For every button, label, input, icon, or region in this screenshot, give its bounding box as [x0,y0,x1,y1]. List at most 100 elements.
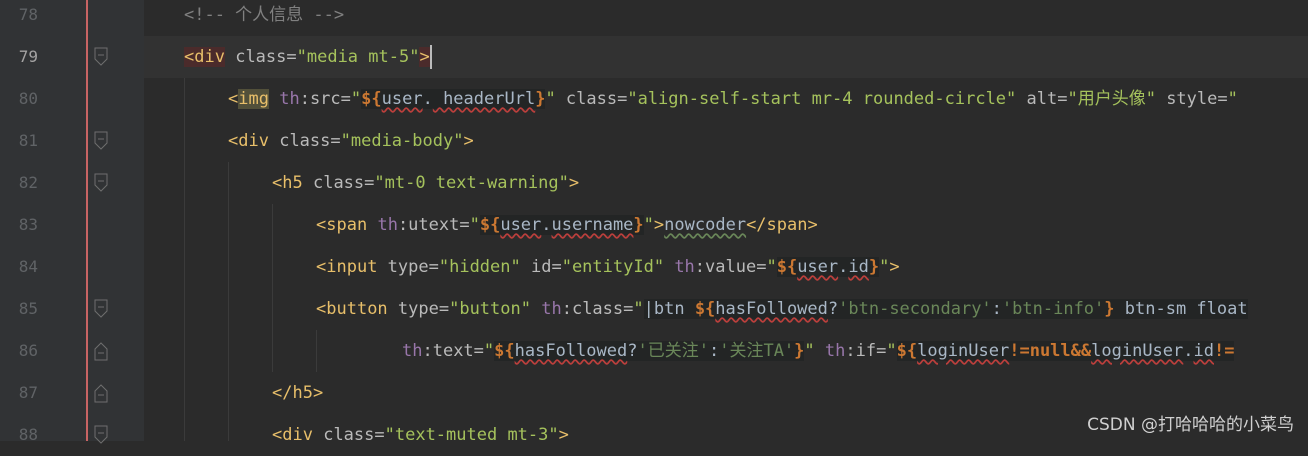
string-literal: '关注TA' [719,341,795,361]
quote: " [350,89,362,109]
fold-open-icon[interactable] [94,173,108,193]
code-line[interactable]: <h5 class="mt-0 text-warning"> [144,162,1308,204]
attribute: alt= [1016,89,1068,109]
quote: " [483,341,495,361]
code-line[interactable]: <!-- 个人信息 --> [144,0,1308,36]
tag-name: img [238,89,269,109]
dot: . [838,257,849,277]
line-number: 87 [18,383,38,402]
quote: " [469,215,480,235]
attribute: :utext= [397,215,470,235]
tag-name: h5 [282,173,303,193]
attribute: id= [520,257,562,277]
expression-start: ${ [479,215,501,235]
dot: . [541,215,552,235]
quote: " [766,257,777,277]
right-margin-line [86,0,88,441]
tag-name: span [766,215,808,235]
keyword: null [1029,341,1071,361]
code-line[interactable]: <button type="button" th:class="|btn ${h… [144,288,1308,330]
tag-bracket: < [316,215,327,235]
expression-start: ${ [494,341,515,361]
operator: != [1214,341,1235,361]
identifier: id [1193,341,1214,361]
string-literal: 'btn-info' [1001,299,1105,319]
fold-close-icon[interactable] [94,383,108,403]
quote: " [545,89,556,109]
attribute: :if= [845,341,887,361]
attr-value: "text-muted mt-3" [384,425,559,445]
tag-name: div [194,47,225,67]
expression-end: } [1104,299,1115,319]
tag-bracket: > [419,47,430,67]
operator: ? [827,299,839,319]
tag-bracket: < [316,257,327,277]
fold-open-icon[interactable] [94,131,108,151]
code-line[interactable]: <img th:src="${user. headerUrl}" class="… [144,78,1308,120]
attribute: class= [302,173,375,193]
identifier: user [797,257,839,277]
operator: ? [627,341,638,361]
quote: " [633,299,644,319]
operator: != [1009,341,1030,361]
fold-open-icon[interactable] [94,299,108,319]
tag-bracket: > [653,215,665,235]
expression-start: ${ [694,299,716,319]
literal-text: btn-sm float [1114,299,1248,319]
expression-end: } [868,257,880,277]
attr-value: "align-self-start mr-4 rounded-circle" [627,89,1017,109]
tag-name: button [326,299,388,319]
namespace: th [377,215,398,235]
tag-bracket: < [228,131,239,151]
quote: " [886,341,897,361]
tag-bracket: </ [272,383,293,403]
expression-end: } [535,89,546,109]
fold-close-icon[interactable] [94,341,108,361]
code-line[interactable]: th:text="${hasFollowed?'已关注':'关注TA'}" th… [144,330,1308,372]
expression-end: } [633,215,644,235]
code-line[interactable]: <div class="media-body"> [144,120,1308,162]
expression-start: ${ [361,89,382,109]
identifier: user [500,215,542,235]
line-number: 86 [18,341,38,360]
line-number: 83 [18,215,38,234]
quote: " [1227,89,1238,109]
tag-name: div [238,131,269,151]
expression-end: } [794,341,805,361]
expression-start: ${ [776,257,798,277]
identifier: hasFollowed [514,341,628,361]
tag-bracket: > [558,425,569,445]
code-line-current[interactable]: <div class="media mt-5"> [144,36,1308,78]
identifier: id [848,257,869,277]
line-number: 82 [18,173,38,192]
code-line[interactable]: <span th:utext="${user.username}">nowcod… [144,204,1308,246]
text-content: nowcoder [664,215,747,235]
operator: && [1070,341,1092,361]
text-caret [429,45,432,69]
attribute: style= [1155,89,1228,109]
attr-value: "media-body" [340,131,464,151]
attr-value: "mt-0 text-warning" [374,173,569,193]
fold-open-icon[interactable] [94,425,108,445]
string-literal: '已关注' [637,341,709,361]
namespace: th [541,299,562,319]
code-line[interactable]: <input type="hidden" id="entityId" th:va… [144,246,1308,288]
attribute: class= [312,425,385,445]
attr-value: "button" [449,299,531,319]
attribute: :src= [299,89,351,109]
code-line[interactable]: </h5> [144,372,1308,414]
tag-bracket: < [184,47,195,67]
operator: : [708,341,720,361]
dot: . [1183,341,1194,361]
line-number: 78 [18,5,38,24]
fold-open-icon[interactable] [94,47,108,67]
namespace: th [674,257,695,277]
attribute: :text= [422,341,484,361]
tag-bracket: > [312,383,324,403]
attr-value: "用户头像" [1067,89,1156,109]
attr-value: "hidden" [438,257,521,277]
tag-name: span [326,215,368,235]
identifier: loginUser [917,341,1010,361]
